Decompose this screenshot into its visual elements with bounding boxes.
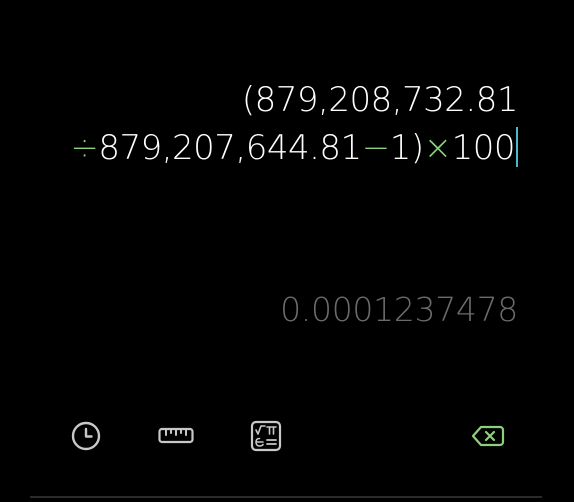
expression-input[interactable]: (879,208,732.81 ÷879,207,644.81−1)×100	[38, 76, 518, 172]
expression-text: (879,208,732.81	[241, 80, 519, 120]
expression-text: 879,207,644.81	[98, 128, 362, 168]
backspace-icon	[471, 425, 505, 447]
multiply-operator: ×	[423, 128, 453, 168]
divide-operator: ÷	[70, 128, 99, 168]
minus-operator: −	[361, 128, 391, 168]
history-button[interactable]	[68, 418, 104, 454]
ruler-icon	[158, 427, 194, 444]
unit-converter-button[interactable]	[158, 418, 194, 454]
result-preview: 0.0001237478	[280, 290, 518, 329]
scientific-icon	[250, 420, 282, 452]
keypad-divider	[30, 496, 542, 498]
scientific-mode-button[interactable]	[248, 418, 284, 454]
toolbar	[0, 412, 574, 460]
backspace-button[interactable]	[470, 418, 506, 454]
text-cursor	[516, 127, 518, 167]
calculator-display: (879,208,732.81 ÷879,207,644.81−1)×100 0…	[0, 0, 574, 400]
history-icon	[71, 421, 101, 451]
expression-line-2: ÷879,207,644.81−1)×100	[38, 124, 518, 172]
expression-text: 1)	[389, 128, 424, 168]
expression-line-1: (879,208,732.81	[38, 76, 519, 124]
expression-text: 100	[451, 128, 516, 168]
